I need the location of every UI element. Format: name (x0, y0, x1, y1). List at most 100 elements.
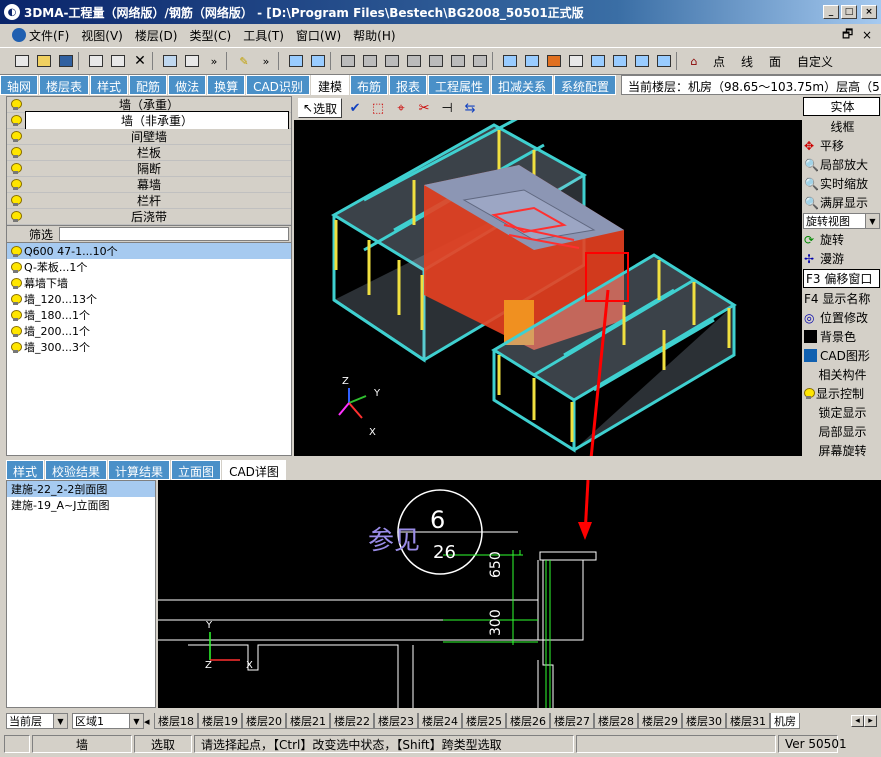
view-select[interactable]: 旋转视图 ▼ (803, 213, 880, 229)
visibility-bulb-icon[interactable] (11, 163, 22, 174)
category-item[interactable]: 间壁墙 (7, 129, 291, 145)
mdi-restore-icon[interactable]: 🗗 (842, 25, 853, 46)
area-mode-button[interactable]: 面 (762, 53, 788, 70)
filter-input[interactable] (59, 227, 289, 241)
new-file-icon[interactable] (12, 51, 32, 71)
list-item[interactable]: 建施-19_A~J立面图 (7, 497, 155, 513)
delete-icon[interactable]: ✕ (130, 51, 150, 71)
wireframe-mode-button[interactable]: 线框 (802, 117, 881, 136)
list-item[interactable]: 墙_120...13个 (7, 291, 291, 307)
slab-tool-icon[interactable] (382, 51, 402, 71)
magic-wand-icon[interactable]: ✎ (234, 51, 254, 71)
edit-point-icon[interactable]: ⌖ (391, 98, 411, 118)
screen-rotate-button[interactable]: 屏幕旋转 (802, 441, 881, 460)
line-mode-button[interactable]: 线 (734, 53, 760, 70)
cad-graphic-button[interactable]: CAD图形 (802, 346, 881, 365)
visibility-bulb-icon[interactable] (11, 131, 22, 142)
beam-tool-icon[interactable] (360, 51, 380, 71)
zoom-extents-button[interactable]: 🔍 满屏显示 (802, 193, 881, 212)
cad-detail-view[interactable]: 参见 6 26 650 300 Y Z X (158, 479, 881, 708)
slab-icon[interactable] (588, 51, 608, 71)
stair-tool-icon[interactable] (426, 51, 446, 71)
show-name-button[interactable]: F4 显示名称 (802, 289, 881, 308)
floor-tab[interactable]: 楼层25 (462, 713, 506, 729)
brick-wall-icon[interactable] (544, 51, 564, 71)
footing-tool-icon[interactable] (470, 51, 490, 71)
visibility-bulb-icon[interactable] (11, 309, 22, 321)
tab-deduction[interactable]: 扣减关系 (491, 75, 554, 95)
tab-check-results[interactable]: 校验结果 (45, 460, 108, 480)
category-item[interactable]: 栏杆 (7, 193, 291, 209)
floor-tab-active[interactable]: 机房 (770, 713, 800, 729)
save-icon[interactable] (56, 51, 76, 71)
opening-tool-icon[interactable] (404, 51, 424, 71)
list-item[interactable]: 墙_180...1个 (7, 307, 291, 323)
tab-floor-table[interactable]: 楼层表 (39, 75, 90, 95)
confirm-check-icon[interactable]: ✔ (345, 98, 365, 118)
tab-project-properties[interactable]: 工程属性 (427, 75, 490, 95)
region-select[interactable]: 区域1 ▼ (72, 713, 144, 729)
scroll-left-icon[interactable]: ◂ (851, 715, 864, 727)
custom-mode-button[interactable]: 自定义 (790, 53, 840, 70)
close-icon[interactable]: × (861, 5, 877, 19)
paste-icon[interactable] (108, 51, 128, 71)
copy-icon[interactable] (86, 51, 106, 71)
box-select-icon[interactable]: ⬚ (368, 98, 388, 118)
visibility-bulb-icon[interactable] (11, 115, 22, 126)
visibility-bulb-icon[interactable] (11, 147, 22, 158)
wall-tool-icon[interactable] (338, 51, 358, 71)
floor-tab[interactable]: 楼层20 (242, 713, 286, 729)
menu-tools[interactable]: 工具(T) (237, 27, 290, 44)
list-item[interactable]: Q-苯板...1个 (7, 259, 291, 275)
floor-tab[interactable]: 楼层18 (154, 713, 198, 729)
floor-tab[interactable]: 楼层21 (286, 713, 330, 729)
offset-window-button[interactable]: F3 偏移窗口 (803, 269, 880, 288)
menu-floor[interactable]: 楼层(D) (129, 27, 184, 44)
background-color-button[interactable]: 背景色 (802, 327, 881, 346)
3d-model-view[interactable]: Z Y X (294, 113, 802, 529)
list-item[interactable]: 建施-22_2-2剖面图 (7, 481, 155, 497)
visibility-bulb-icon[interactable] (11, 195, 22, 206)
floor-tab[interactable]: 楼层29 (638, 713, 682, 729)
rotate-button[interactable]: ⟳ 旋转 (802, 230, 881, 249)
layers-icon[interactable] (308, 51, 328, 71)
open-folder-icon[interactable] (34, 51, 54, 71)
tab-cad-recognition[interactable]: CAD识别 (246, 75, 310, 95)
scissors-icon[interactable]: ✂ (414, 98, 434, 118)
tab-elevation[interactable]: 立面图 (171, 460, 222, 480)
floor-tab[interactable]: 楼层19 (198, 713, 242, 729)
pan-button[interactable]: ✥ 平移 (802, 136, 881, 155)
menu-help[interactable]: 帮助(H) (347, 27, 401, 44)
column-icon[interactable] (500, 51, 520, 71)
floor-tab[interactable]: 楼层31 (726, 713, 770, 729)
zoom-realtime-button[interactable]: 🔍 实时缩放 (802, 174, 881, 193)
list-item[interactable]: 幕墙下墙 (7, 275, 291, 291)
menu-view[interactable]: 视图(V) (75, 27, 129, 44)
trim-icon[interactable]: ⇆ (460, 98, 480, 118)
list-item[interactable]: 墙_300...3个 (7, 339, 291, 355)
floor-tab[interactable]: 楼层27 (550, 713, 594, 729)
visibility-bulb-icon[interactable] (11, 245, 22, 257)
properties-icon[interactable] (160, 51, 180, 71)
display-control-button[interactable]: 显示控制 (802, 384, 881, 403)
floor-tab[interactable]: 楼层26 (506, 713, 550, 729)
menu-type[interactable]: 类型(C) (183, 27, 237, 44)
rebar-icon[interactable] (610, 51, 630, 71)
point-mode-button[interactable]: 点 (706, 53, 732, 70)
extend-icon[interactable]: ⊣ (437, 98, 457, 118)
tab-modeling[interactable]: 建模 (310, 75, 349, 95)
position-edit-button[interactable]: ◎ 位置修改 (802, 308, 881, 327)
walk-button[interactable]: ✢ 漫游 (802, 249, 881, 268)
related-components-button[interactable]: 相关构件 (802, 365, 881, 384)
scope-select[interactable]: 当前层 ▼ (6, 713, 68, 729)
eraser-icon[interactable] (566, 51, 586, 71)
wall-icon[interactable] (522, 51, 542, 71)
minimize-icon[interactable]: _ (823, 5, 839, 19)
tab-axis-grid[interactable]: 轴网 (0, 75, 39, 95)
visibility-bulb-icon[interactable] (11, 277, 22, 289)
category-item[interactable]: 墙（非承重） (7, 111, 291, 130)
floor-tab[interactable]: 楼层30 (682, 713, 726, 729)
floor-tab[interactable]: 楼层24 (418, 713, 462, 729)
zoom-window-button[interactable]: 🔍 局部放大 (802, 155, 881, 174)
local-display-button[interactable]: 局部显示 (802, 422, 881, 441)
